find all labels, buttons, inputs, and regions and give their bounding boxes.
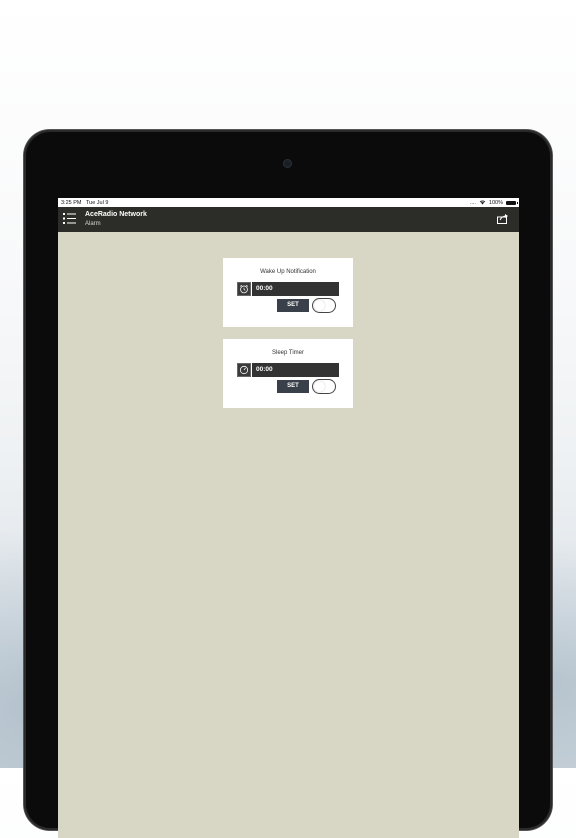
front-camera (283, 159, 292, 168)
wake-up-toggle-knob (314, 300, 325, 311)
wake-up-time-field[interactable]: 00:00 (252, 282, 339, 296)
wake-up-time-row: 00:00 (237, 282, 339, 296)
sleep-timer-time-row: 00:00 (237, 363, 339, 377)
signal-indicator: .... (469, 199, 476, 206)
timer-icon (237, 363, 251, 377)
sleep-timer-set-button[interactable]: SET (277, 380, 309, 393)
battery-percent: 100% (488, 199, 503, 206)
wake-up-card: Wake Up Notification 00:00 SET (223, 258, 353, 327)
sleep-timer-toggle-knob (314, 381, 325, 392)
sleep-timer-time-field[interactable]: 00:00 (252, 363, 339, 377)
wake-up-toggle[interactable] (312, 298, 336, 313)
wifi-icon (479, 200, 486, 205)
wake-up-set-button[interactable]: SET (277, 299, 309, 312)
app-screen: 3:25 PM Tue Jul 9 .... 100% AceRadio Net… (58, 198, 519, 838)
sleep-timer-toggle[interactable] (312, 379, 336, 394)
sleep-timer-title: Sleep Timer (271, 350, 304, 356)
nav-bar: AceRadio Network Alarm (58, 207, 519, 232)
battery-icon (506, 200, 518, 205)
status-date: Tue Jul 9 (85, 199, 109, 206)
page-subtitle: Alarm (85, 221, 101, 227)
wake-up-title: Wake Up Notification (260, 269, 316, 275)
sleep-timer-card: Sleep Timer 00:00 SET (223, 339, 353, 408)
alarm-clock-icon (237, 282, 251, 296)
status-time: 3:25 PM (61, 199, 82, 206)
tablet-frame: 3:25 PM Tue Jul 9 .... 100% AceRadio Net… (24, 130, 552, 838)
menu-list-icon[interactable] (63, 212, 76, 225)
share-icon[interactable] (497, 213, 509, 224)
status-bar: 3:25 PM Tue Jul 9 .... 100% (58, 198, 519, 207)
app-title: AceRadio Network (85, 211, 147, 218)
